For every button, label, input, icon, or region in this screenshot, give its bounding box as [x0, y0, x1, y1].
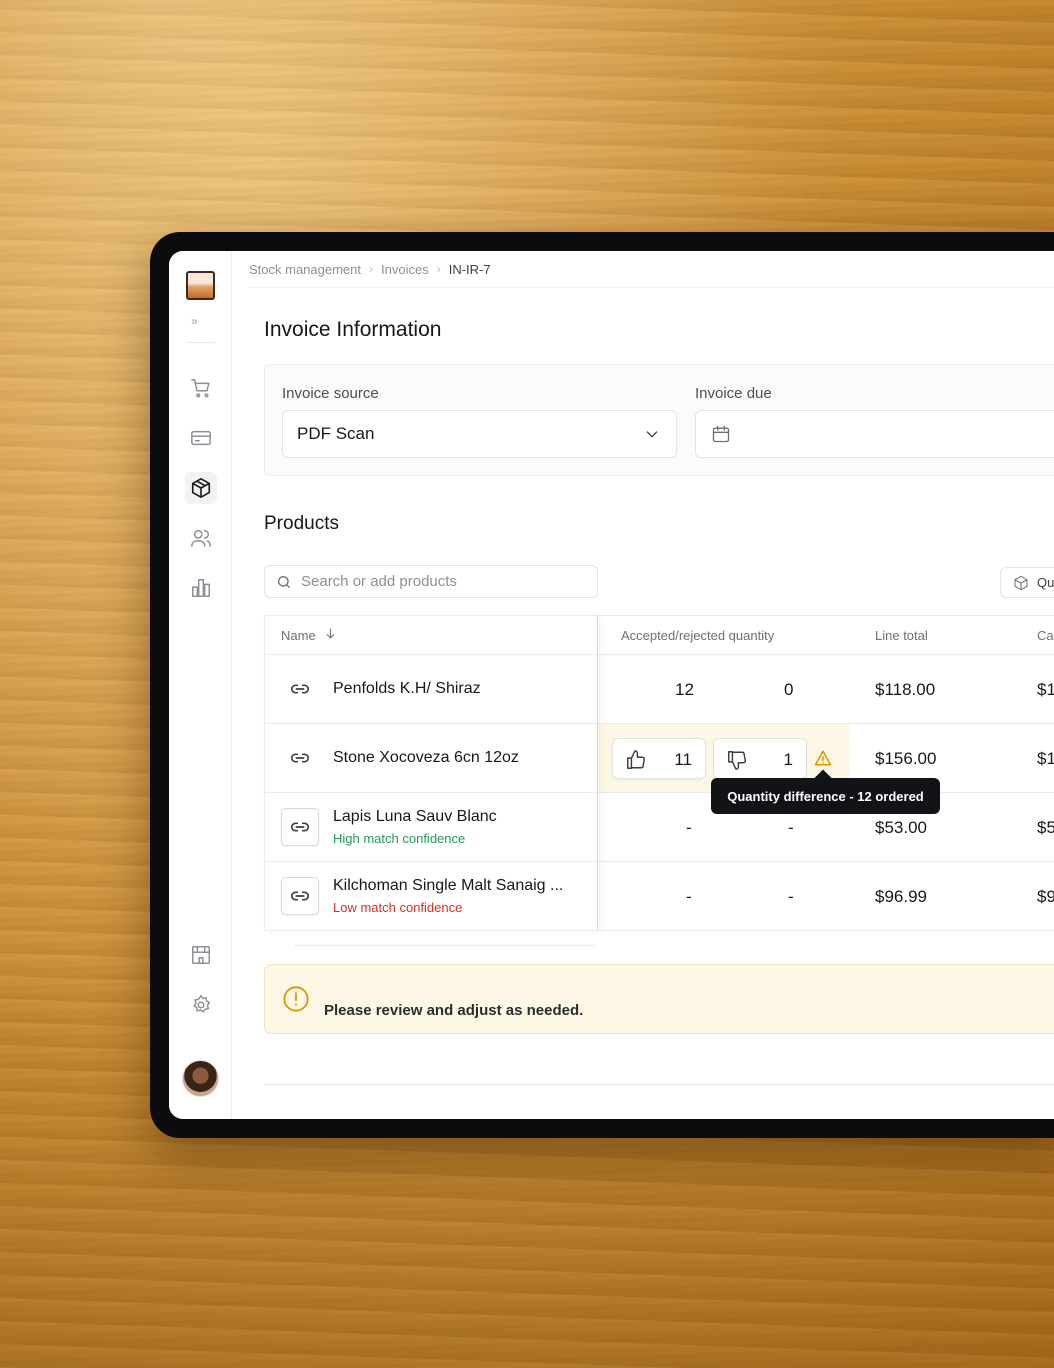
quantity-button-label: Qu	[1037, 575, 1054, 590]
gear-icon[interactable]	[185, 989, 217, 1021]
col-header-accepted-rejected[interactable]: Accepted/rejected quantity	[621, 616, 774, 654]
link-icon	[290, 891, 310, 901]
link-button[interactable]	[281, 877, 319, 915]
invoice-source-value: PDF Scan	[297, 424, 375, 443]
rejected-qty: -	[788, 887, 794, 906]
col-header-name-label: Name	[281, 627, 316, 643]
ca-value: $9	[1037, 887, 1054, 906]
box-icon[interactable]	[185, 472, 217, 504]
breadcrumb-item-invoices[interactable]: Invoices	[381, 262, 429, 277]
product-name: Stone Xocoveza 6cn 12oz	[333, 749, 519, 766]
thumbs-up-icon[interactable]	[625, 749, 647, 776]
ca-value: $1	[1037, 749, 1054, 768]
rejected-qty: -	[788, 818, 794, 837]
user-avatar[interactable]	[182, 1060, 219, 1097]
breadcrumb: Stock management › Invoices › IN-IR-7	[249, 251, 1054, 288]
sidebar: »	[169, 251, 232, 1119]
products-title: Products	[264, 513, 339, 534]
accepted-qty: -	[686, 887, 692, 906]
link-icon	[290, 822, 310, 832]
link-icon[interactable]	[281, 670, 319, 708]
tablet-device: » Stock management › Invoices › IN-IR-7 …	[150, 232, 1054, 1138]
rejected-qty: 0	[784, 680, 794, 699]
table-row[interactable]: Penfolds K.H/ Shiraz	[265, 654, 597, 723]
line-total: $96.99	[875, 887, 927, 906]
invoice-due-label: Invoice due	[695, 385, 772, 402]
accepted-qty: 12	[675, 680, 694, 699]
invoice-source-select[interactable]: PDF Scan	[282, 410, 677, 458]
breadcrumb-item-stock[interactable]: Stock management	[249, 262, 361, 277]
table-row: - - $96.99 $9	[598, 861, 1054, 930]
alert-circle-icon	[282, 985, 310, 1018]
table-row[interactable]: Lapis Luna Sauv Blanc High match confide…	[265, 792, 597, 861]
line-total: $53.00	[875, 818, 927, 837]
app-screen: » Stock management › Invoices › IN-IR-7 …	[169, 251, 1054, 1119]
chevron-right-icon: ›	[436, 262, 441, 276]
rejected-qty-box[interactable]: 1	[713, 738, 807, 779]
calendar-icon	[711, 424, 731, 449]
ca-value: $1	[1037, 680, 1054, 699]
ca-value: $5	[1037, 818, 1054, 837]
chart-icon[interactable]	[185, 572, 217, 604]
chevron-right-icon: ›	[369, 262, 374, 276]
col-header-ca[interactable]: Ca	[1037, 616, 1054, 654]
card-icon[interactable]	[185, 422, 217, 454]
product-search-input[interactable]: Search or add products	[264, 565, 598, 598]
accepted-qty-box[interactable]: 11	[612, 738, 706, 779]
product-name: Penfolds K.H/ Shiraz	[333, 680, 481, 697]
divider	[264, 1084, 1054, 1085]
breadcrumb-item-current: IN-IR-7	[448, 261, 491, 277]
users-icon[interactable]	[185, 522, 217, 554]
invoice-info-card: Invoice source PDF Scan Invoice due	[264, 364, 1054, 476]
search-icon	[276, 574, 292, 594]
link-icon[interactable]	[281, 739, 319, 777]
accepted-qty: 11	[674, 750, 692, 769]
table-row: 12 0 $118.00 $1	[598, 654, 1054, 723]
match-confidence-low: Low match confidence	[333, 900, 463, 915]
quantity-button[interactable]: Qu	[1000, 567, 1054, 598]
expand-icon[interactable]: »	[191, 314, 198, 328]
divider	[294, 945, 596, 946]
product-name: Lapis Luna Sauv Blanc	[333, 808, 497, 825]
sort-arrow-down-icon[interactable]	[324, 627, 337, 643]
accepted-qty: -	[686, 818, 692, 837]
table-row[interactable]: Kilchoman Single Malt Sanaig ... Low mat…	[265, 861, 597, 930]
line-total: $156.00	[875, 749, 937, 768]
link-button[interactable]	[281, 808, 319, 846]
product-name: Kilchoman Single Malt Sanaig ...	[333, 877, 564, 894]
rejected-qty: 1	[783, 750, 793, 769]
match-confidence-high: High match confidence	[333, 831, 466, 846]
table-row[interactable]: Stone Xocoveza 6cn 12oz	[265, 723, 597, 792]
thumbs-down-icon[interactable]	[726, 749, 748, 776]
chevron-down-icon	[644, 426, 660, 447]
invoice-source-label: Invoice source	[282, 385, 379, 402]
col-header-line-total[interactable]: Line total	[875, 616, 928, 654]
page-title: Invoice Information	[264, 318, 442, 341]
sidebar-divider	[186, 342, 215, 343]
app-logo[interactable]	[186, 271, 215, 300]
quantity-difference-tooltip: Quantity difference - 12 ordered	[711, 778, 940, 814]
search-placeholder: Search or add products	[301, 573, 457, 590]
alert-message: Please review and adjust as needed.	[324, 1002, 584, 1019]
table-name-column: Name Penfolds K.H/ Shiraz Stone Xocoveza…	[264, 615, 598, 931]
store-icon[interactable]	[185, 939, 217, 971]
col-header-name[interactable]: Name	[281, 616, 337, 654]
main-content: Stock management › Invoices › IN-IR-7 In…	[232, 251, 1054, 1119]
cube-icon	[1013, 575, 1029, 594]
line-total: $118.00	[875, 680, 936, 699]
invoice-due-date-field[interactable]	[695, 410, 1054, 458]
cart-icon[interactable]	[185, 372, 217, 404]
review-alert: Please review and adjust as needed.	[264, 964, 1054, 1034]
